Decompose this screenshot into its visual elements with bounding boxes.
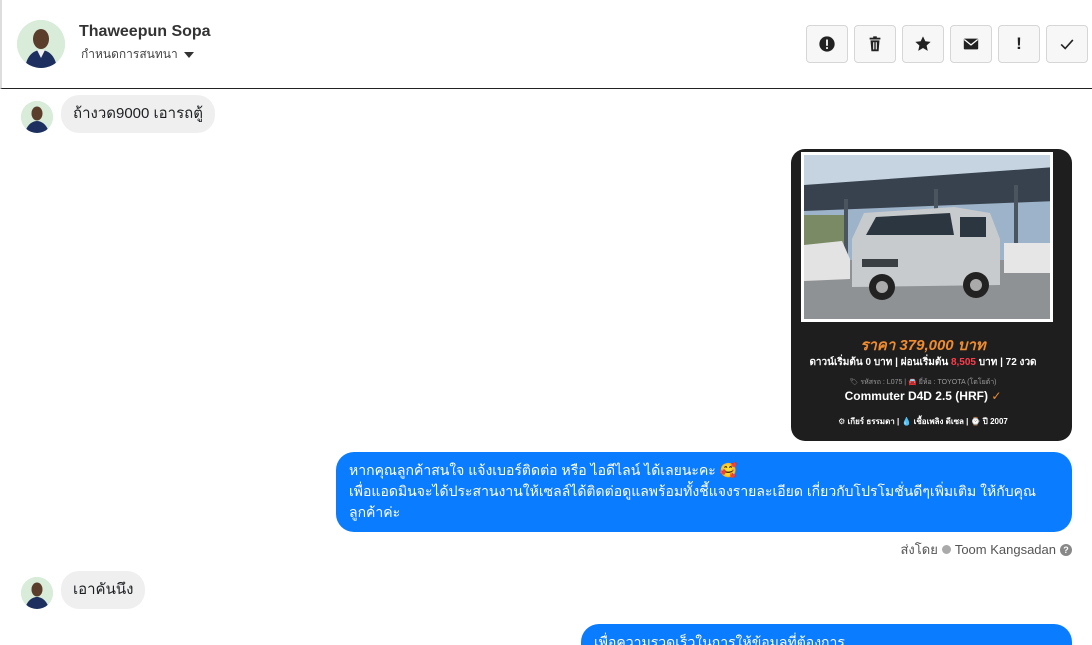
caret-down-icon: [183, 51, 194, 58]
car-financing-terms: ดาวน์เริ่มต้น 0 บาท | ผ่อนเริ่มต้น 8,505…: [791, 355, 1055, 370]
car-model-name: Commuter D4D 2.5 (HRF): [844, 389, 988, 403]
sent-by-label: ส่งโดย: [900, 542, 938, 557]
envelope-icon: [963, 38, 979, 50]
message-line: หากคุณลูกค้าสนใจ แจ้งเบอร์ติดต่อ หรือ ไอ…: [349, 462, 738, 478]
car-listing-image[interactable]: ราคา 379,000 บาท ดาวน์เริ่มต้น 0 บาท | ผ…: [791, 149, 1072, 441]
check-icon: [1060, 39, 1074, 50]
car-model: Commuter D4D 2.5 (HRF) ✓: [791, 389, 1055, 403]
car-photo: [801, 152, 1053, 322]
car-code-brand: 🏷 รหัสรถ : L075 | 🚘 ยี่ห้อ : TOYOTA (โตโ…: [849, 379, 997, 386]
contact-name: Thaweepun Sopa: [79, 23, 211, 40]
outgoing-message[interactable]: เพื่อความรวดเร็วในการให้ข้อมูลที่ต้องการ: [581, 624, 1072, 645]
star-icon: [915, 36, 931, 51]
help-icon[interactable]: ?: [1060, 543, 1072, 556]
delete-button[interactable]: [854, 25, 896, 63]
terms-suffix: บาท | 72 งวด: [975, 357, 1037, 368]
important-button[interactable]: !: [998, 25, 1040, 63]
message-line: เพื่อแอดมินจะได้ประสานงานให้เซลล์ได้ติดต…: [349, 483, 1036, 520]
star-button[interactable]: [902, 25, 944, 63]
sent-by-info: ส่งโดย Toom Kangsadan ?: [900, 539, 1072, 560]
conversation-header: Thaweepun Sopa กำหนดการสนทนา !: [0, 0, 1092, 89]
sender-avatar[interactable]: [21, 101, 53, 133]
message-line: เพื่อความรวดเร็วในการให้ข้อมูลที่ต้องการ: [594, 634, 845, 645]
exclamation-icon: !: [1016, 34, 1022, 53]
mark-done-button[interactable]: [1046, 25, 1088, 63]
alert-circle-icon: [819, 36, 835, 52]
contact-avatar[interactable]: [17, 20, 65, 68]
outgoing-message[interactable]: หากคุณลูกค้าสนใจ แจ้งเบอร์ติดต่อ หรือ ไอ…: [336, 452, 1072, 532]
incoming-message[interactable]: ถ้างวด9000 เอารถตู้: [61, 95, 215, 133]
agent-name: Toom Kangsadan: [954, 542, 1056, 557]
report-button[interactable]: [806, 25, 848, 63]
conversation-schedule-dropdown[interactable]: กำหนดการสนทนา: [81, 45, 194, 64]
mark-unread-button[interactable]: [950, 25, 992, 63]
sender-avatar[interactable]: [21, 577, 53, 609]
trash-icon: [869, 36, 881, 52]
schedule-label: กำหนดการสนทนา: [81, 47, 178, 61]
conversation-toolbar: !: [806, 25, 1088, 63]
verified-check-icon: ✓: [991, 389, 1002, 403]
monthly-payment: 8,505: [950, 357, 976, 368]
terms-prefix: ดาวน์เริ่มต้น 0 บาท | ผ่อนเริ่มต้น: [809, 357, 951, 368]
incoming-message[interactable]: เอาคันนึง: [61, 571, 146, 609]
car-specs: ⚙ เกียร์ ธรรมดา | 💧 เชื้อเพลิง ดีเซล | ⌚…: [838, 417, 1008, 426]
agent-status-icon: [941, 545, 951, 554]
car-price: ราคา 379,000 บาท: [860, 337, 986, 354]
